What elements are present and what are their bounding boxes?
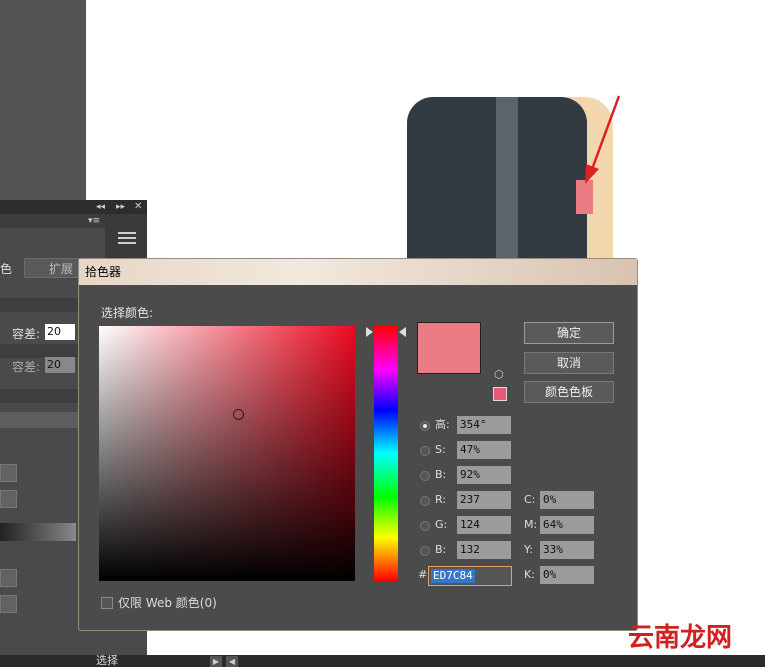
play-icon[interactable]: ▶: [210, 656, 222, 667]
panel-tab-strip: ▾≡: [0, 214, 105, 228]
select-color-label: 选择颜色:: [101, 306, 154, 320]
saturation-radio[interactable]: [420, 446, 430, 456]
web-only-checkbox[interactable]: [101, 597, 113, 609]
hue-radio[interactable]: [420, 421, 430, 431]
cyan-field[interactable]: 0%: [540, 491, 594, 509]
red-label: R:: [435, 493, 447, 506]
brightness-label: B:: [435, 468, 447, 481]
hue-field[interactable]: 354°: [457, 416, 511, 434]
panel-section-bar: [0, 344, 80, 358]
blue-field[interactable]: 132: [457, 541, 511, 559]
phone-illustration-stripe: [496, 97, 518, 267]
green-field[interactable]: 124: [457, 516, 511, 534]
watermark-logo: 云南龙网: [628, 623, 733, 653]
status-text: 选择: [96, 654, 118, 667]
saturation-field[interactable]: 47%: [457, 441, 511, 459]
yellow-label: Y:: [524, 543, 533, 556]
cyan-label: C:: [524, 493, 536, 506]
hue-slider-left-marker[interactable]: [366, 327, 373, 337]
hue-slider-right-marker[interactable]: [399, 327, 406, 337]
cancel-button[interactable]: 取消: [524, 352, 614, 374]
panel-title-bar[interactable]: ◂◂ ▸▸ ✕: [0, 200, 147, 214]
tolerance-input[interactable]: 20: [45, 324, 75, 340]
hex-value[interactable]: ED7C84: [431, 569, 475, 583]
menu-icon-line: [118, 232, 136, 234]
blue-radio[interactable]: [420, 546, 430, 556]
web-safe-cube-icon[interactable]: ⬡: [494, 369, 506, 381]
close-icon[interactable]: ✕: [134, 200, 142, 214]
menu-icon-line: [118, 242, 136, 244]
red-field[interactable]: 237: [457, 491, 511, 509]
hex-label: #: [418, 568, 428, 581]
web-only-label: 仅限 Web 颜色(0): [118, 596, 217, 610]
color-picker-dialog: 拾色器 选择颜色: ⬡ 确定 取消 颜色色板 高: 354° S: 47% B:…: [78, 258, 638, 631]
color-cursor[interactable]: [233, 409, 244, 420]
panel-dropdown[interactable]: [0, 595, 17, 613]
brightness-radio[interactable]: [420, 471, 430, 481]
dialog-title[interactable]: 拾色器: [79, 259, 637, 285]
panel-side-label: 色: [0, 262, 13, 276]
web-safe-color-swatch[interactable]: [493, 387, 507, 401]
red-arrow-annotation: [585, 95, 621, 184]
black-field[interactable]: 0%: [540, 566, 594, 584]
hue-slider[interactable]: [374, 326, 398, 581]
yellow-field[interactable]: 33%: [540, 541, 594, 559]
saturation-label: S:: [435, 443, 446, 456]
color-swatches-button[interactable]: 颜色色板: [524, 381, 614, 403]
panel-menu-icon[interactable]: ▾≡: [88, 214, 100, 228]
black-label: K:: [524, 568, 535, 581]
panel-dropdown[interactable]: [0, 490, 17, 508]
expand-button[interactable]: 扩展: [24, 258, 80, 278]
expand-button-label: 扩展: [49, 262, 74, 276]
panel-dropdown[interactable]: [0, 464, 17, 482]
tolerance-input-secondary[interactable]: 20: [45, 357, 75, 373]
panel-section-bar: [0, 389, 80, 403]
hue-label: 高:: [435, 418, 450, 431]
saturation-brightness-field[interactable]: [99, 326, 355, 581]
panel-dropdown[interactable]: [0, 569, 17, 587]
panel-section-bar: [0, 412, 80, 428]
expand-icon[interactable]: ▸▸: [116, 200, 125, 214]
tolerance-label-secondary: 容差:: [12, 360, 41, 374]
back-icon[interactable]: ◀: [226, 656, 238, 667]
gradient-bar: [0, 523, 76, 541]
magenta-label: M:: [524, 518, 538, 531]
menu-icon-line: [118, 237, 136, 239]
collapse-icon[interactable]: ◂◂: [96, 200, 105, 214]
tolerance-label: 容差:: [12, 327, 41, 341]
new-color-swatch: [417, 322, 481, 374]
panel-section-bar: [0, 298, 80, 312]
brightness-field[interactable]: 92%: [457, 466, 511, 484]
green-radio[interactable]: [420, 521, 430, 531]
ok-button[interactable]: 确定: [524, 322, 614, 344]
blue-label: B:: [435, 543, 447, 556]
green-label: G:: [435, 518, 448, 531]
magenta-field[interactable]: 64%: [540, 516, 594, 534]
red-radio[interactable]: [420, 496, 430, 506]
panel-side-column: [105, 214, 147, 258]
